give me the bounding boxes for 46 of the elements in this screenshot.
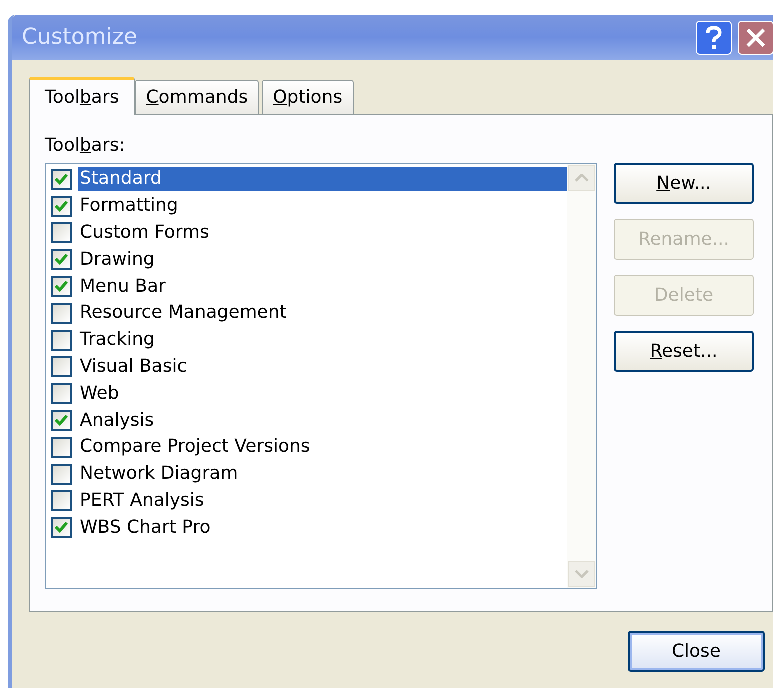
checkbox[interactable] bbox=[51, 490, 72, 512]
checkbox[interactable] bbox=[51, 464, 72, 485]
list-item[interactable]: PERT Analysis bbox=[78, 488, 567, 513]
help-button[interactable] bbox=[696, 20, 732, 54]
list-item[interactable]: Resource Management bbox=[78, 301, 567, 326]
check-icon bbox=[55, 254, 68, 266]
list-item[interactable]: Tracking bbox=[78, 328, 567, 352]
close-window-button[interactable] bbox=[738, 20, 773, 54]
check-icon bbox=[55, 174, 68, 185]
checkbox[interactable] bbox=[51, 356, 72, 378]
checkbox[interactable] bbox=[51, 222, 72, 244]
list-item[interactable]: Web bbox=[78, 382, 567, 406]
checkbox[interactable] bbox=[51, 276, 72, 298]
list-item[interactable]: Network Diagram bbox=[78, 462, 567, 486]
help-icon bbox=[705, 26, 723, 50]
checkbox[interactable] bbox=[51, 517, 72, 538]
window-title: Customize bbox=[22, 24, 138, 52]
checkbox[interactable] bbox=[51, 196, 72, 217]
checkbox[interactable] bbox=[51, 436, 72, 458]
checkbox[interactable] bbox=[51, 383, 72, 404]
check-icon bbox=[55, 415, 68, 426]
tab[interactable]: Options bbox=[262, 80, 354, 114]
tab[interactable]: Commands bbox=[135, 80, 260, 114]
check-icon bbox=[55, 522, 68, 534]
list-item[interactable]: Menu Bar bbox=[78, 274, 567, 299]
list-item[interactable]: Standard bbox=[78, 167, 567, 192]
dialog-button[interactable]: New... bbox=[614, 163, 754, 204]
list-item[interactable]: Formatting bbox=[78, 194, 567, 218]
toolbars-label: Toolbars: bbox=[45, 135, 126, 157]
checkbox[interactable] bbox=[51, 302, 72, 324]
list-item[interactable]: Custom Forms bbox=[78, 220, 567, 245]
checkbox[interactable] bbox=[51, 249, 72, 270]
list-item[interactable]: Drawing bbox=[78, 248, 567, 272]
check-icon bbox=[55, 281, 68, 292]
list-item[interactable]: WBS Chart Pro bbox=[78, 516, 567, 540]
list-item[interactable]: Analysis bbox=[78, 408, 567, 433]
dialog-button[interactable]: Reset... bbox=[614, 331, 754, 372]
check-icon bbox=[55, 200, 68, 212]
list-item[interactable]: Visual Basic bbox=[78, 354, 567, 379]
list-item[interactable]: Compare Project Versions bbox=[78, 435, 567, 460]
tab[interactable]: Toolbars bbox=[29, 77, 136, 115]
checkbox[interactable] bbox=[51, 330, 72, 351]
checkbox[interactable] bbox=[51, 168, 72, 190]
close-icon bbox=[746, 28, 766, 48]
close-button[interactable]: Close bbox=[628, 631, 765, 672]
checkbox[interactable] bbox=[51, 410, 72, 432]
